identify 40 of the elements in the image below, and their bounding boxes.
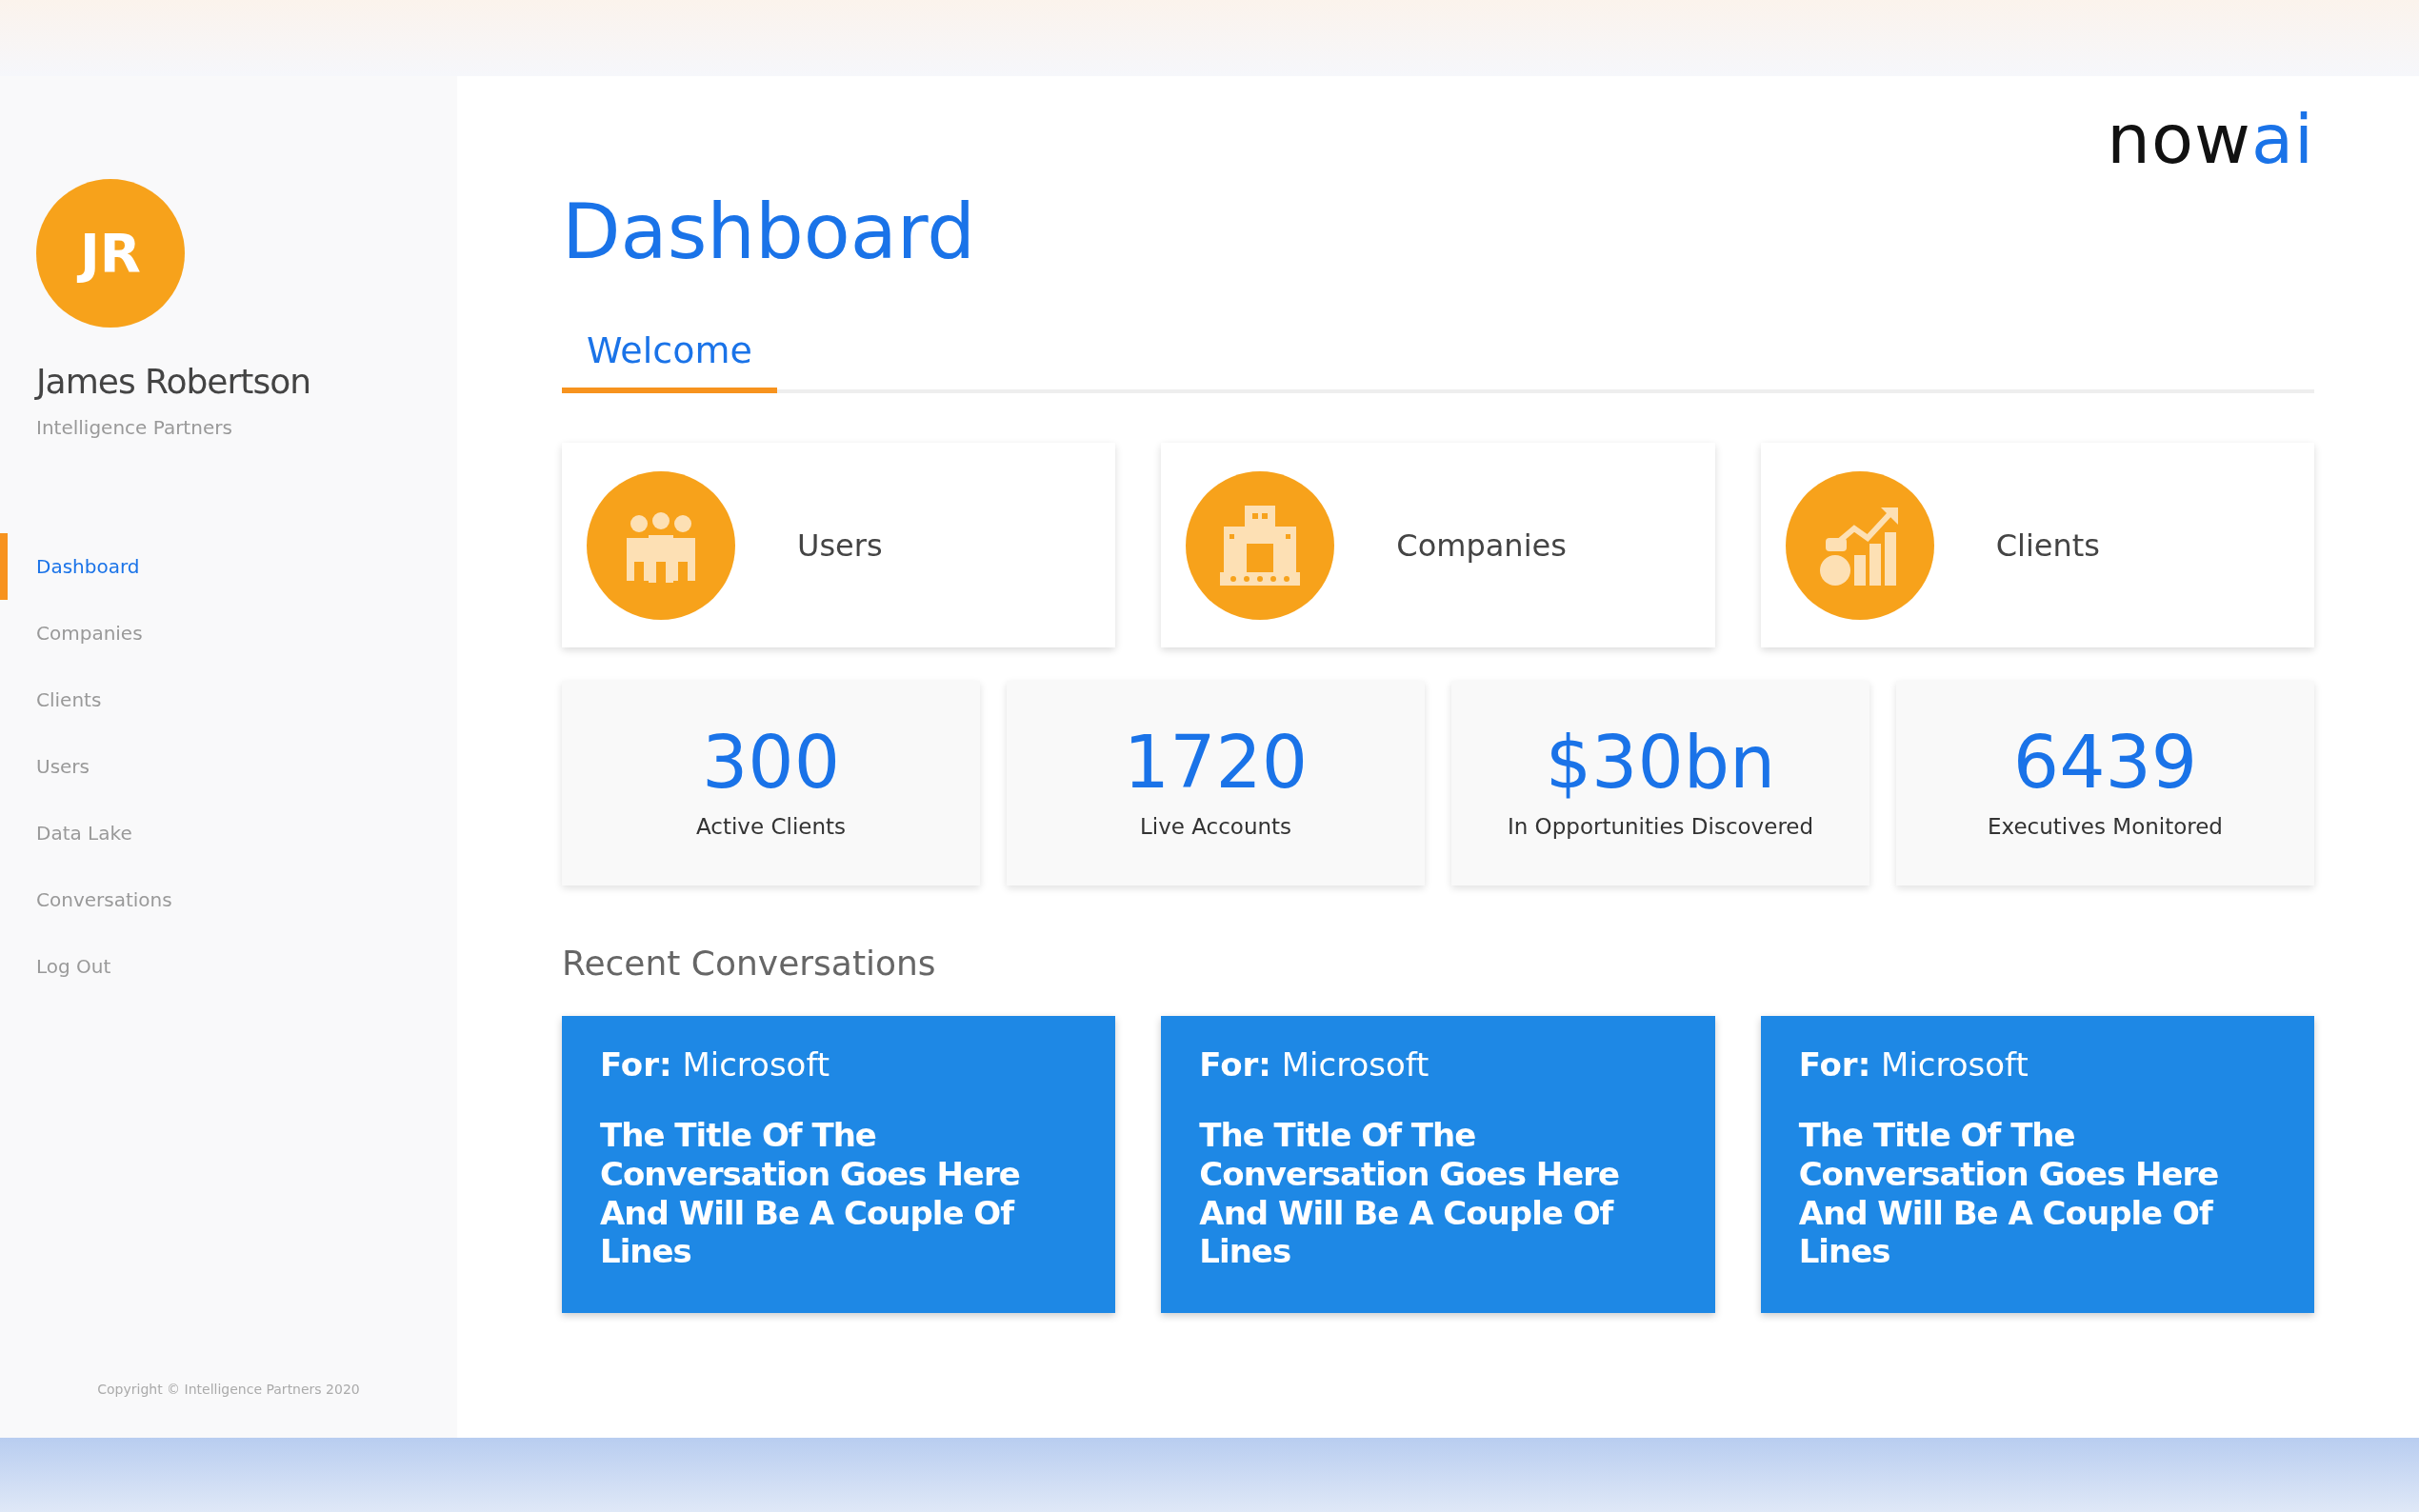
conversation-client: For: Microsoft [1199, 1044, 1430, 1085]
category-label: Users [797, 526, 883, 566]
stat-value: $30bn [1545, 723, 1776, 804]
nav-item[interactable]: Log Out [0, 933, 457, 1000]
avatar: JR [36, 179, 185, 328]
user-company: Intelligence Partners [36, 415, 233, 441]
stat-label: Executives Monitored [1988, 813, 2223, 842]
conversation-client: For: Microsoft [1798, 1044, 2029, 1085]
conversation-title: The Title Of The Conversation Goes Here And Will Be A Couple Of Lines [600, 1116, 1021, 1272]
money-growth-icon [1785, 470, 1934, 620]
page-title: Dashboard [562, 190, 977, 274]
nav-item[interactable]: Companies [0, 600, 457, 666]
category-card[interactable]: Users [562, 443, 1116, 647]
logo: nowai [2107, 105, 2314, 173]
stat-label: Live Accounts [1139, 813, 1292, 842]
stat-value: 6439 [2012, 723, 2198, 804]
conversation-card[interactable]: For: Microsoft The Title Of The Conversation Goes Here And Will Be A Couple Of Lines [1760, 1016, 2314, 1313]
nav-item[interactable]: Clients [0, 666, 457, 733]
conversation-card[interactable]: For: Microsoft The Title Of The Conversation Goes Here And Will Be A Couple Of Lines [562, 1016, 1116, 1313]
people-icon [587, 470, 735, 620]
conversation-title: The Title Of The Conversation Goes Here And Will Be A Couple Of Lines [1199, 1116, 1621, 1272]
category-card[interactable]: Companies [1161, 443, 1715, 647]
user-name: James Robertson [36, 361, 312, 403]
conversation-title: The Title Of The Conversation Goes Here And Will Be A Couple Of Lines [1798, 1116, 2220, 1272]
stat-value: 1720 [1123, 723, 1309, 804]
buildings-icon [1186, 470, 1335, 620]
nav-item[interactable]: Conversations [0, 866, 457, 933]
stat-label: Active Clients [696, 813, 846, 842]
conversation-client: For: Microsoft [600, 1044, 831, 1085]
stat-label: In Opportunities Discovered [1507, 813, 1814, 842]
stat-value: 300 [701, 723, 841, 804]
nav-item[interactable]: Data Lake [0, 800, 457, 866]
section-heading: Recent Conversations [562, 943, 937, 985]
category-label: Clients [1995, 526, 2100, 566]
nav-item[interactable]: Users [0, 733, 457, 800]
category-label: Companies [1396, 526, 1567, 566]
category-card[interactable]: Clients [1760, 443, 2314, 647]
copyright-text: Copyright © Intelligence Partners 2020 [96, 1381, 361, 1399]
conversation-card[interactable]: For: Microsoft The Title Of The Conversation Goes Here And Will Be A Couple Of Lines [1161, 1016, 1715, 1313]
tab[interactable]: Welcome [562, 320, 777, 393]
